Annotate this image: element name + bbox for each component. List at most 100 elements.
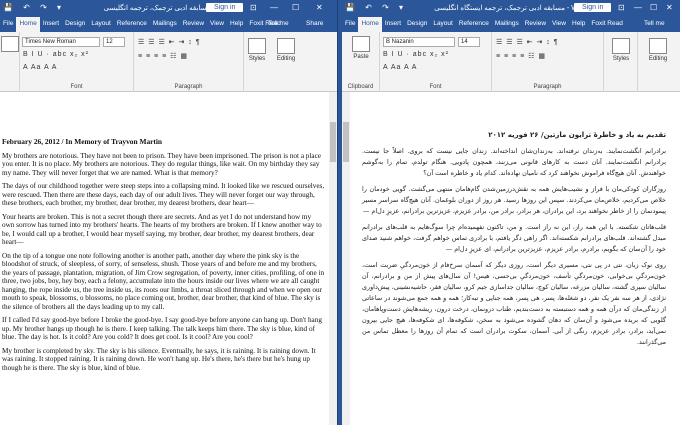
- paragraph: قلب‌هاتان شکسته. با این همه راز، این نه …: [362, 223, 666, 253]
- paragraph-align-buttons[interactable]: ≡ ≡ ≡ ≡ ☷ ▦: [138, 52, 188, 60]
- tab-insert[interactable]: Insert: [40, 17, 62, 32]
- styles-group: Styles: [604, 32, 638, 92]
- font-color-buttons[interactable]: A Aa A A: [383, 64, 417, 71]
- editing-button[interactable]: Editing: [642, 38, 674, 62]
- styles-button[interactable]: Styles: [245, 38, 269, 62]
- paragraph: On the tip of a tongue one note followin…: [2, 251, 325, 311]
- tab-review[interactable]: Review: [522, 17, 549, 32]
- tell-me-search[interactable]: Tell me: [644, 20, 665, 27]
- clipboard-group-label: Clipboard: [347, 84, 374, 90]
- paragraph: My brothers are notorious. They have not…: [2, 151, 321, 177]
- paragraph: If I called I'd say good-bye before I br…: [2, 316, 322, 341]
- tab-design[interactable]: Design: [62, 17, 88, 32]
- tab-layout[interactable]: Layout: [430, 17, 456, 32]
- editing-group: Editing: [270, 32, 302, 92]
- find-icon: [277, 38, 295, 54]
- ribbon-tabs: File Home Insert Design Layout Reference Maili…: [342, 17, 680, 32]
- paragraph: The days of our childhood together were …: [2, 182, 325, 207]
- scrollbar-thumb[interactable]: [343, 122, 349, 162]
- paragraph-align-buttons[interactable]: ≡ ≡ ≡ ≡ ☷ ▦: [496, 52, 546, 60]
- close-icon[interactable]: ✕: [666, 3, 673, 12]
- tab-review[interactable]: Review: [180, 17, 207, 32]
- tab-view[interactable]: View: [207, 17, 227, 32]
- styles-group: Styles: [244, 32, 270, 92]
- sign-in-button[interactable]: Sign in: [574, 3, 612, 12]
- paste-button[interactable]: [1, 36, 19, 54]
- title-bar: 💾 ↶ ↷ ▾ مسابقه ادبی ترجمک، ترجمه انگلیسی…: [0, 0, 337, 17]
- tab-help[interactable]: Help: [227, 17, 246, 32]
- paragraph-list-buttons[interactable]: ☰ ☰ ☰ ⇤ ⇥ ↕ ¶: [496, 38, 559, 46]
- document-area: تقدیم به یاد و خاطرهٔ ترایون مارتین/ ۲۶ …: [342, 92, 680, 425]
- tab-home[interactable]: Home: [16, 17, 40, 32]
- editing-label: Editing: [276, 56, 296, 62]
- paste-icon: [1, 36, 19, 52]
- ribbon-display-icon[interactable]: ⊡: [618, 3, 625, 12]
- minimize-icon[interactable]: —: [270, 3, 278, 12]
- font-group: B Nazanin 14 B I U · abc x₂ x² A Aa A A …: [380, 32, 492, 92]
- clipboard-group: Paste Clipboard: [342, 32, 380, 92]
- font-format-buttons[interactable]: B I U · abc x₂ x²: [23, 51, 89, 58]
- tab-home[interactable]: Home: [358, 17, 382, 32]
- styles-icon: [248, 38, 266, 54]
- document-page[interactable]: February 26, 2012 / In Memory of Trayvon…: [0, 92, 329, 425]
- maximize-icon[interactable]: ☐: [650, 3, 657, 12]
- ribbon-home: Times New Roman 12 B I U · abc x₂ x² A A…: [0, 32, 337, 92]
- paragraph-list-buttons[interactable]: ☰ ☰ ☰ ⇤ ⇥ ↕ ¶: [138, 38, 201, 46]
- tab-insert[interactable]: Insert: [382, 17, 404, 32]
- tab-view[interactable]: View: [549, 17, 569, 32]
- paragraph-group: ☰ ☰ ☰ ⇤ ⇥ ↕ ¶ ≡ ≡ ≡ ≡ ☷ ▦ Paragraph: [134, 32, 244, 92]
- close-icon[interactable]: ✕: [316, 3, 323, 12]
- sign-in-button[interactable]: Sign in: [206, 3, 244, 12]
- font-size-dropdown[interactable]: 12: [103, 37, 125, 47]
- font-name-dropdown[interactable]: Times New Roman: [22, 37, 100, 47]
- paragraph: Your hearts are broken. This is not a se…: [2, 212, 322, 247]
- maximize-icon[interactable]: ☐: [292, 3, 299, 12]
- vertical-scrollbar[interactable]: [329, 92, 337, 425]
- paste-button[interactable]: Paste: [346, 36, 376, 60]
- font-name-dropdown[interactable]: B Nazanin: [383, 37, 455, 47]
- tab-help[interactable]: Help: [569, 17, 588, 32]
- tab-file[interactable]: File: [342, 17, 358, 32]
- tab-references[interactable]: Reference: [114, 17, 150, 32]
- window-title: مسابقه ادبی ترجمک، ترجمه انگلیسی - Word: [103, 5, 234, 12]
- ribbon-home: Paste Clipboard B Nazanin 14 B I U · abc…: [342, 32, 680, 92]
- font-size-dropdown[interactable]: 14: [458, 37, 480, 47]
- editing-group: Editing: [638, 32, 678, 92]
- tell-me-search[interactable]: Tell me: [268, 20, 289, 27]
- tab-foxit-reader[interactable]: Foxit Read: [588, 17, 625, 32]
- font-group-label: Font: [70, 84, 83, 90]
- paragraph-group-label: Paragraph: [533, 84, 562, 90]
- share-button[interactable]: Share: [306, 20, 323, 27]
- font-format-buttons[interactable]: B I U · abc x₂ x²: [383, 51, 449, 58]
- font-color-buttons[interactable]: A Aa A A: [23, 64, 57, 71]
- clipboard-group: [0, 32, 20, 92]
- vertical-scrollbar[interactable]: [342, 92, 350, 425]
- tab-layout[interactable]: Layout: [88, 17, 114, 32]
- title-bar: 💾 ↶ ↷ ▾ مسابقه ادبی ترجمک، ترجمه ایستگاه…: [342, 0, 680, 17]
- styles-button[interactable]: Styles: [607, 38, 635, 62]
- font-group-label: Font: [429, 84, 442, 90]
- styles-label: Styles: [248, 56, 266, 62]
- paragraph: برادرانم انگشت‌نمایند. به‌زندان نرفته‌ان…: [362, 147, 666, 177]
- word-window-left: 💾 ↶ ↷ ▾ مسابقه ادبی ترجمک، ترجمه انگلیسی…: [0, 0, 338, 425]
- tab-file[interactable]: File: [0, 17, 16, 32]
- scrollbar-thumb[interactable]: [330, 122, 336, 162]
- tab-mailings[interactable]: Mailings: [150, 17, 180, 32]
- tab-design[interactable]: Design: [404, 17, 430, 32]
- styles-icon: [612, 38, 630, 54]
- editing-button[interactable]: Editing: [272, 38, 300, 62]
- poem-heading: February 26, 2012 / In Memory of Trayvon…: [2, 137, 163, 146]
- editing-label: Editing: [648, 56, 668, 62]
- minimize-icon[interactable]: —: [634, 3, 642, 12]
- poem-heading: تقدیم به یاد و خاطرهٔ ترایون مارتین/ ۲۶ …: [488, 131, 666, 139]
- tab-references[interactable]: Reference: [456, 17, 492, 32]
- ribbon-display-icon[interactable]: ⊡: [250, 3, 257, 12]
- window-title: مسابقه ادبی ترجمک، ترجمه ایستگاه انگلیسی…: [434, 5, 588, 12]
- font-group: Times New Roman 12 B I U · abc x₂ x² A A…: [20, 32, 134, 92]
- document-page[interactable]: تقدیم به یاد و خاطرهٔ ترایون مارتین/ ۲۶ …: [350, 92, 680, 425]
- find-icon: [649, 38, 667, 54]
- paragraph: روزگاران کودکی‌مان با فراز و نشیب‌هایش ه…: [362, 185, 666, 215]
- tab-mailings[interactable]: Mailings: [492, 17, 522, 32]
- styles-label: Styles: [612, 56, 630, 62]
- paste-label: Paste: [353, 54, 369, 60]
